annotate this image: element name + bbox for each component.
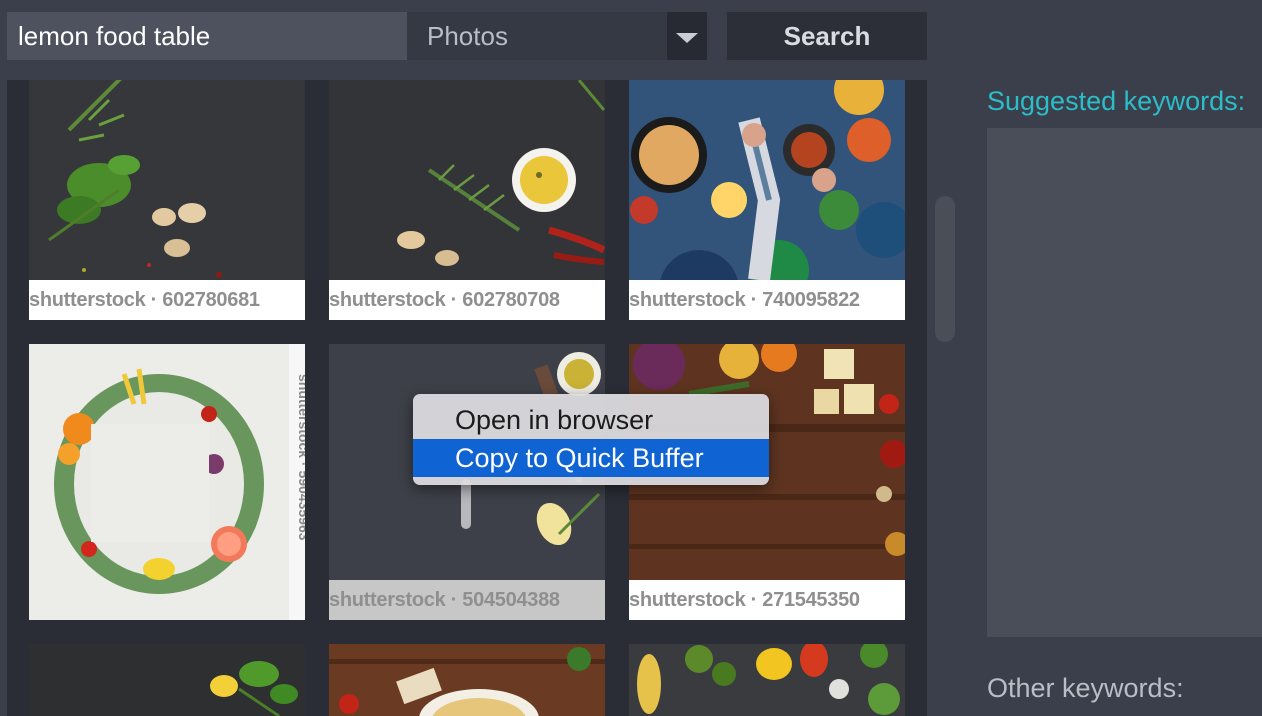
svg-text:shutterstock · 590435963: shutterstock · 590435963 <box>296 374 305 541</box>
media-type-select[interactable]: Photos <box>407 12 707 60</box>
result-thumbnail[interactable] <box>629 644 905 716</box>
suggested-keywords-title: Suggested keywords: <box>987 86 1246 116</box>
suggested-keywords-box[interactable] <box>987 128 1262 637</box>
results-scrollbar[interactable] <box>935 196 955 342</box>
photo-basil-lemon-icon <box>29 644 305 716</box>
chevron-down-icon[interactable] <box>667 12 707 60</box>
photo-herbs-garlic-icon <box>29 80 305 280</box>
menu-item-copy-to-quick-buffer[interactable]: Copy to Quick Buffer <box>413 439 769 477</box>
result-thumbnail[interactable]: shutterstock · 740095822 <box>629 80 905 320</box>
result-thumbnail[interactable] <box>329 644 605 716</box>
search-button[interactable]: Search <box>727 12 927 60</box>
photo-olive-oil-icon <box>329 80 605 280</box>
result-thumbnail[interactable]: shutterstock · 602780681 <box>29 80 305 320</box>
photo-table-people-icon <box>629 80 905 280</box>
search-input[interactable]: lemon food table <box>7 12 407 60</box>
result-caption: shutterstock · 602780681 <box>29 280 305 320</box>
photo-hummus-bowl-icon <box>329 644 605 716</box>
result-thumbnail[interactable]: shutterstock · 590435963 <box>29 344 305 620</box>
context-menu: Open in browser Copy to Quick Buffer <box>413 394 769 485</box>
result-thumbnail[interactable]: shutterstock · 602780708 <box>329 80 605 320</box>
other-keywords-title: Other keywords: <box>987 673 1184 703</box>
result-caption: shutterstock · 504504388 <box>329 580 605 620</box>
result-caption: shutterstock · 740095822 <box>629 280 905 320</box>
media-type-value: Photos <box>427 21 508 51</box>
result-caption: shutterstock · 602780708 <box>329 280 605 320</box>
photo-vegetables-icon <box>629 644 905 716</box>
photo-vegetable-frame-icon: shutterstock · 590435963 <box>29 344 305 620</box>
result-caption: shutterstock · 271545350 <box>629 580 905 620</box>
menu-item-open-in-browser[interactable]: Open in browser <box>413 401 769 439</box>
result-thumbnail[interactable] <box>29 644 305 716</box>
